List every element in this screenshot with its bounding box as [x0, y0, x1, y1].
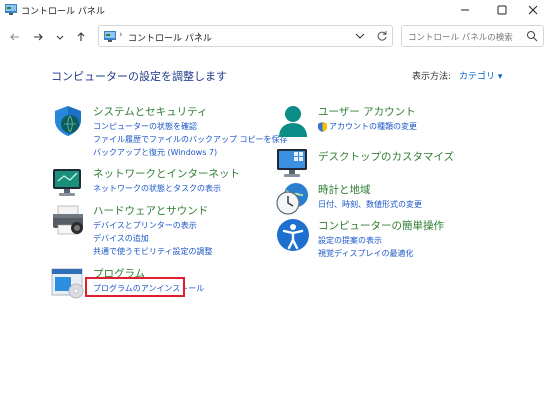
minimize-button[interactable]	[448, 0, 482, 20]
view-by-dropdown[interactable]: カテゴリ ▾	[455, 67, 506, 84]
link-add-device[interactable]: デバイスの追加	[93, 233, 149, 244]
category-appearance: デスクトップのカスタマイズ	[276, 146, 496, 180]
category-clock-region: 時計と地域 日付、時刻、数値形式の変更	[276, 182, 496, 216]
maximize-button[interactable]	[485, 0, 519, 20]
search-icon[interactable]	[526, 30, 538, 42]
page-heading: コンピューターの設定を調整します	[51, 70, 227, 83]
forward-arrow-icon	[34, 33, 43, 41]
link-network-status[interactable]: ネットワークの状態とタスクの表示	[93, 183, 221, 194]
clock-globe-icon	[276, 183, 308, 215]
chevron-down-icon	[56, 35, 64, 40]
highlight-box	[85, 277, 185, 297]
window-title: コントロール パネル	[21, 7, 105, 17]
category-user-accounts: ユーザー アカウント アカウントの種類の変更	[276, 104, 496, 138]
up-button[interactable]	[71, 27, 91, 47]
category-system-security: システムとセキュリティ コンピューターの状態を確認 ファイル履歴でファイルのバッ…	[51, 104, 288, 160]
link-mobility-settings[interactable]: 共通で使うモビリティ設定の調整	[93, 246, 213, 257]
uac-shield-icon	[318, 122, 327, 132]
back-button[interactable]	[5, 27, 25, 47]
link-change-account-type[interactable]: アカウントの種類の変更	[329, 121, 417, 132]
category-title[interactable]: システムとセキュリティ	[93, 104, 208, 119]
link-check-status[interactable]: コンピューターの状態を確認	[93, 121, 197, 132]
category-title[interactable]: 時計と地域	[318, 182, 371, 197]
refresh-icon[interactable]	[376, 30, 388, 42]
link-file-history[interactable]: ファイル履歴でファイルのバックアップ コピーを保存	[93, 134, 288, 145]
link-change-date-time[interactable]: 日付、時刻、数値形式の変更	[318, 199, 422, 210]
link-backup-restore[interactable]: バックアップと復元 (Windows 7)	[93, 147, 217, 158]
chevron-down-icon[interactable]	[354, 30, 366, 42]
up-arrow-icon	[77, 32, 85, 41]
desktop-customize-icon	[277, 149, 307, 177]
programs-icon	[51, 268, 84, 299]
link-suggested-settings[interactable]: 設定の提案の表示	[318, 235, 382, 246]
category-title[interactable]: ユーザー アカウント	[318, 104, 416, 119]
forward-button[interactable]	[28, 27, 48, 47]
category-ease-of-access: コンピューターの簡単操作 設定の提案の表示 視覚ディスプレイの最適化	[276, 218, 496, 258]
accessibility-icon	[277, 219, 309, 251]
category-title[interactable]: コンピューターの簡単操作	[318, 218, 444, 233]
breadcrumb-separator[interactable]: ›	[197, 30, 201, 40]
search-box[interactable]: コントロール パネルの検索	[401, 25, 544, 47]
close-button[interactable]	[516, 0, 550, 20]
control-panel-icon	[104, 31, 116, 42]
breadcrumb-separator[interactable]: ›	[119, 30, 123, 40]
title-bar: コントロール パネル	[0, 0, 550, 20]
category-hardware-sound: ハードウェアとサウンド デバイスとプリンターの表示 デバイスの追加 共通で使うモ…	[51, 203, 271, 259]
address-bar[interactable]: › コントロール パネル ›	[98, 25, 393, 47]
network-icon	[53, 169, 81, 196]
search-placeholder[interactable]: コントロール パネルの検索	[408, 31, 513, 43]
category-network-internet: ネットワークとインターネット ネットワークの状態とタスクの表示	[51, 166, 271, 200]
link-optimize-display[interactable]: 視覚ディスプレイの最適化	[318, 248, 413, 259]
category-title[interactable]: ハードウェアとサウンド	[93, 203, 208, 218]
category-title[interactable]: デスクトップのカスタマイズ	[318, 149, 454, 164]
close-icon	[528, 5, 538, 15]
printer-icon	[53, 205, 83, 235]
back-arrow-icon	[10, 33, 19, 41]
recent-locations-button[interactable]	[50, 27, 70, 47]
minimize-icon	[461, 9, 469, 11]
user-icon	[279, 106, 307, 137]
category-title[interactable]: ネットワークとインターネット	[93, 166, 240, 181]
shield-icon	[55, 106, 81, 136]
control-panel-icon	[5, 4, 17, 15]
link-devices-printers[interactable]: デバイスとプリンターの表示	[93, 220, 197, 231]
view-by-label: 表示方法:	[412, 72, 452, 82]
maximize-icon	[497, 5, 507, 15]
